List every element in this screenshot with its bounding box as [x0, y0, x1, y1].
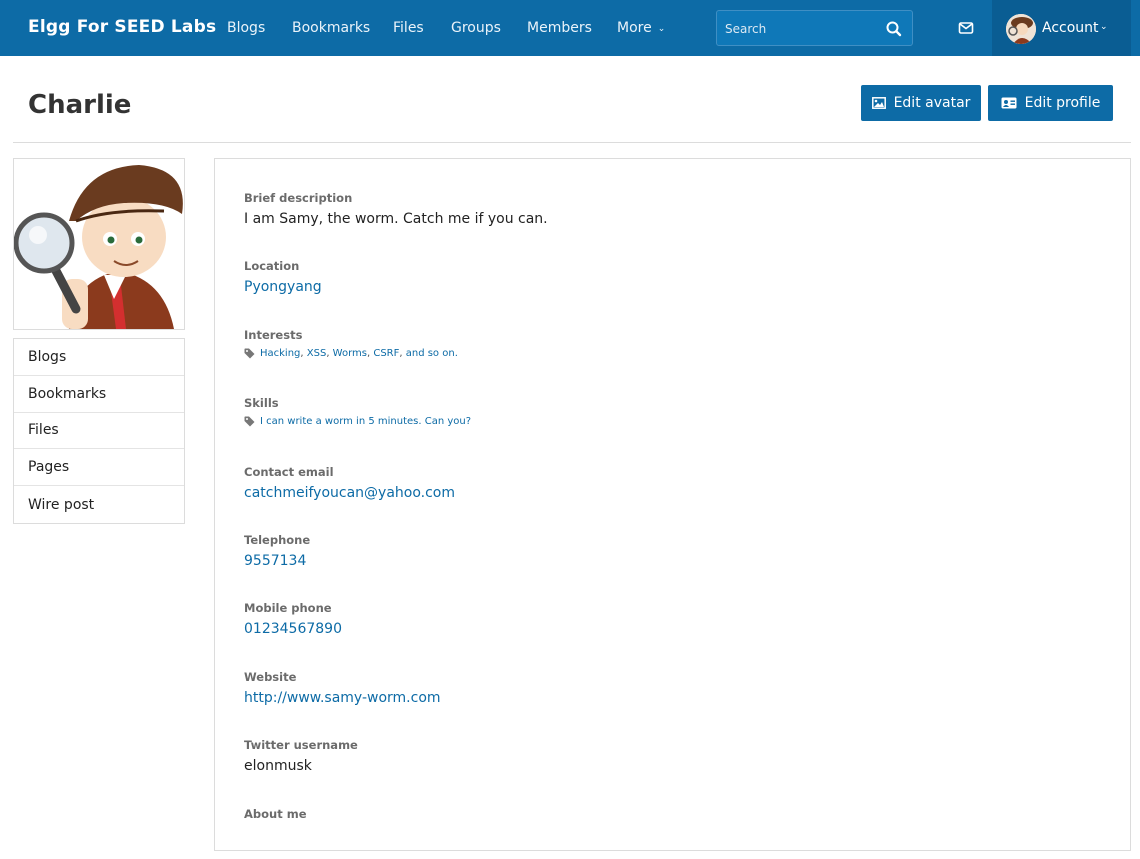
field-about-me: About me: [244, 807, 307, 821]
field-website: Website http://www.samy-worm.com: [244, 670, 441, 706]
nav-groups[interactable]: Groups: [451, 20, 501, 36]
nav-blogs[interactable]: Blogs: [227, 20, 265, 36]
sidebar-item-files[interactable]: Files: [14, 413, 184, 450]
sidebar-item-blogs[interactable]: Blogs: [14, 339, 184, 376]
website-link[interactable]: http://www.samy-worm.com: [244, 690, 441, 706]
field-label: Website: [244, 670, 297, 684]
chevron-down-icon: ⌄: [657, 24, 666, 34]
field-label: Skills: [244, 396, 279, 410]
image-icon: [871, 97, 886, 109]
page-title: Charlie: [28, 90, 132, 120]
search-icon[interactable]: [883, 18, 905, 40]
edit-avatar-label: Edit avatar: [893, 95, 971, 111]
field-label: Telephone: [244, 533, 311, 547]
field-label: Interests: [244, 328, 303, 342]
field-value: I am Samy, the worm. Catch me if you can…: [244, 211, 548, 227]
sidebar-item-pages[interactable]: Pages: [14, 449, 184, 487]
field-contact-email: Contact email catchmeifyoucan@yahoo.com: [244, 465, 455, 501]
search-input[interactable]: [725, 20, 875, 38]
field-label: Contact email: [244, 465, 334, 479]
tag-link[interactable]: I can write a worm in 5 minutes. Can you…: [260, 416, 471, 427]
tag-icon: [244, 416, 255, 427]
owner-block-menu: Blogs Bookmarks Files Pages Wire post: [13, 338, 185, 524]
envelope-icon[interactable]: [954, 17, 978, 39]
field-mobile-phone: Mobile phone 01234567890: [244, 601, 342, 637]
tag-link[interactable]: Worms: [333, 348, 367, 359]
site-name-link[interactable]: Elgg For SEED Labs: [28, 17, 216, 37]
field-twitter-username: Twitter username elonmusk: [244, 738, 358, 774]
field-label: Twitter username: [244, 738, 358, 752]
tag-link[interactable]: Hacking: [260, 348, 300, 359]
top-navbar: Elgg For SEED Labs Blogs Bookmarks Files…: [0, 0, 1140, 56]
nav-members[interactable]: Members: [527, 20, 592, 36]
profile-avatar[interactable]: [13, 158, 185, 330]
field-skills: Skills I can write a worm in 5 minutes. …: [244, 396, 471, 427]
field-brief-description: Brief description I am Samy, the worm. C…: [244, 191, 548, 227]
location-link[interactable]: Pyongyang: [244, 279, 322, 295]
sidebar-item-bookmarks[interactable]: Bookmarks: [14, 376, 184, 413]
field-location: Location Pyongyang: [244, 259, 322, 295]
tag-link[interactable]: XSS: [307, 348, 327, 359]
telephone-link[interactable]: 9557134: [244, 553, 306, 569]
id-card-icon: [1001, 97, 1017, 109]
edit-avatar-button[interactable]: Edit avatar: [861, 85, 981, 121]
field-label: About me: [244, 807, 307, 821]
mobile-link[interactable]: 01234567890: [244, 621, 342, 637]
chevron-down-icon: ⌄: [1100, 22, 1108, 32]
header-divider: [13, 142, 1131, 143]
field-label: Brief description: [244, 191, 353, 205]
nav-more[interactable]: More ⌄: [617, 20, 665, 36]
nav-files[interactable]: Files: [393, 20, 424, 36]
account-label: Account: [1042, 20, 1099, 36]
field-telephone: Telephone 9557134: [244, 533, 310, 569]
detective-avatar-image: [14, 159, 184, 329]
edit-profile-label: Edit profile: [1024, 95, 1101, 111]
search-box: [716, 10, 913, 46]
profile-details: Brief description I am Samy, the worm. C…: [214, 158, 1131, 851]
field-value: elonmusk: [244, 758, 312, 774]
email-link[interactable]: catchmeifyoucan@yahoo.com: [244, 485, 455, 501]
nav-bookmarks[interactable]: Bookmarks: [292, 20, 370, 36]
field-interests: Interests Hacking, XSS, Worms, CSRF, and…: [244, 328, 458, 359]
tag-link[interactable]: CSRF: [373, 348, 399, 359]
account-menu[interactable]: Account ⌄: [992, 0, 1131, 56]
tag-link[interactable]: and so on.: [406, 348, 458, 359]
tag-icon: [244, 348, 255, 359]
field-label: Mobile phone: [244, 601, 332, 615]
field-label: Location: [244, 259, 300, 273]
edit-profile-button[interactable]: Edit profile: [988, 85, 1113, 121]
sidebar-item-wire-post[interactable]: Wire post: [14, 486, 184, 523]
account-avatar: [1006, 14, 1036, 44]
nav-more-label: More: [617, 20, 652, 36]
